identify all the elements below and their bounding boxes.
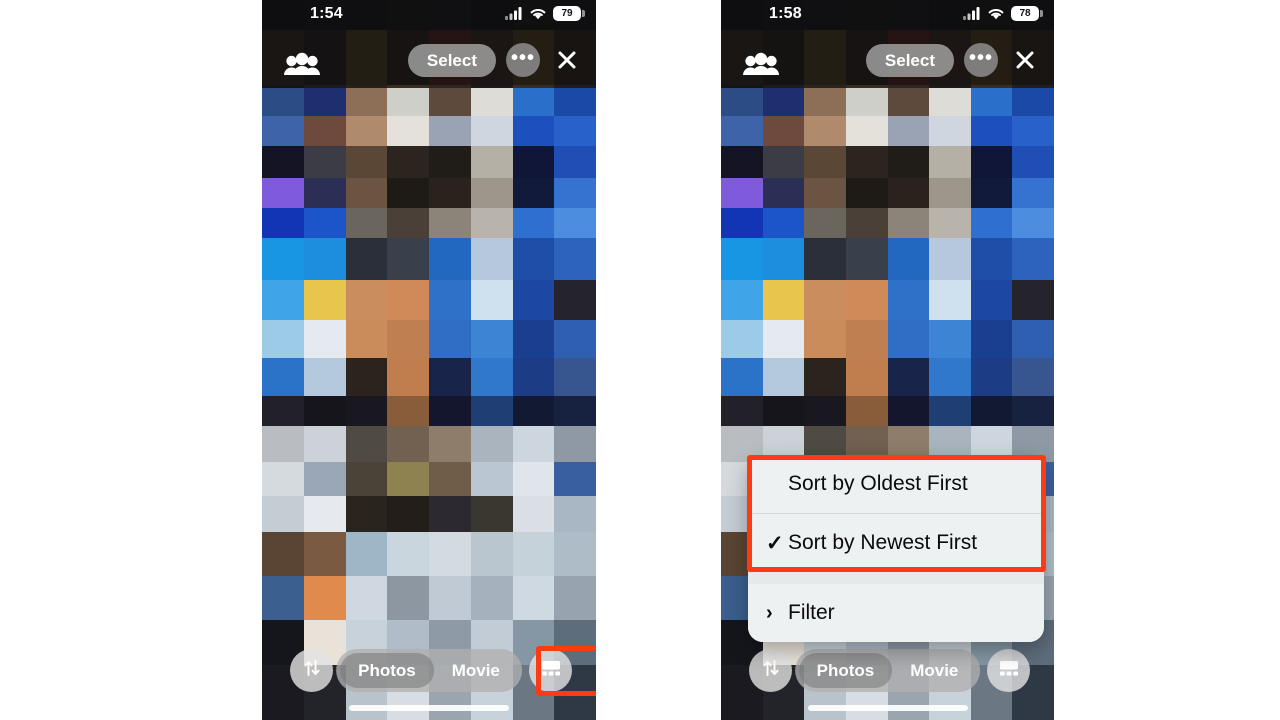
sort-arrows-icon — [302, 658, 322, 683]
battery-level: 79 — [561, 7, 573, 19]
menu-group-divider — [748, 572, 1044, 584]
status-time: 1:58 — [769, 5, 802, 22]
segment-photos[interactable]: Photos — [340, 653, 434, 688]
status-indicators: 79 — [505, 6, 585, 21]
checkmark-icon: ✓ — [766, 531, 784, 555]
phone-screenshot-before: 1:54 79 Select ••• Photos Movie — [262, 0, 596, 720]
status-time: 1:54 — [310, 5, 343, 22]
menu-item-filter[interactable]: › Filter — [748, 584, 1044, 642]
sort-button[interactable] — [749, 649, 792, 692]
menu-item-sort-newest-first[interactable]: ✓ Sort by Newest First — [748, 513, 1044, 572]
phone-screenshot-after: 1:58 78 Select ••• Sort by Oldest First … — [721, 0, 1054, 720]
status-indicators: 78 — [963, 6, 1043, 21]
segment-movie[interactable]: Movie — [892, 653, 976, 688]
select-button[interactable]: Select — [865, 43, 954, 77]
close-x-icon[interactable] — [1008, 43, 1042, 77]
grid-layout-icon — [998, 659, 1020, 682]
more-ellipsis-icon[interactable]: ••• — [506, 43, 540, 77]
wifi-icon — [529, 7, 547, 20]
cellular-signal-icon — [505, 7, 523, 20]
grid-layout-icon — [540, 659, 562, 682]
home-indicator — [807, 705, 968, 711]
segment-movie[interactable]: Movie — [434, 653, 518, 688]
nav-actions: Select ••• — [865, 43, 1042, 77]
chevron-right-icon: › — [766, 601, 773, 624]
menu-item-label: Sort by Oldest First — [788, 472, 968, 495]
layout-button[interactable] — [987, 649, 1030, 692]
sort-context-menu: Sort by Oldest First ✓ Sort by Newest Fi… — [748, 455, 1044, 642]
more-ellipsis-icon[interactable]: ••• — [964, 43, 998, 77]
screenshot-canvas: 1:54 79 Select ••• Photos Movie 1:58 78 … — [0, 0, 1280, 720]
media-type-segmented-control: Photos Movie — [794, 649, 981, 692]
media-type-segmented-control: Photos Movie — [336, 649, 522, 692]
people-group-icon[interactable] — [284, 48, 320, 76]
battery-icon: 79 — [553, 6, 585, 21]
bottom-toolbar: Photos Movie — [721, 635, 1054, 720]
nav-bar: Select ••• — [262, 40, 596, 85]
people-group-icon[interactable] — [743, 48, 779, 76]
segment-photos[interactable]: Photos — [798, 653, 893, 688]
status-and-nav-bar: 1:58 78 Select ••• — [721, 0, 1054, 85]
sort-arrows-icon — [761, 658, 781, 683]
battery-icon: 78 — [1011, 6, 1043, 21]
status-bar: 1:58 78 — [721, 0, 1054, 30]
home-indicator — [349, 705, 509, 711]
close-x-icon[interactable] — [550, 43, 584, 77]
status-and-nav-bar: 1:54 79 Select ••• — [262, 0, 596, 85]
menu-item-sort-oldest-first[interactable]: Sort by Oldest First — [748, 455, 1044, 513]
photo-grid-before[interactable] — [262, 0, 596, 720]
bottom-toolbar: Photos Movie — [262, 635, 596, 720]
cellular-signal-icon — [963, 7, 981, 20]
sort-button[interactable] — [290, 649, 333, 692]
menu-item-label: Sort by Newest First — [788, 531, 978, 554]
battery-level: 78 — [1019, 7, 1031, 19]
select-button[interactable]: Select — [407, 43, 496, 77]
layout-button[interactable] — [529, 649, 572, 692]
wifi-icon — [987, 7, 1005, 20]
menu-item-label: Filter — [788, 601, 835, 624]
nav-bar: Select ••• — [721, 40, 1054, 85]
nav-actions: Select ••• — [407, 43, 584, 77]
status-bar: 1:54 79 — [262, 0, 596, 30]
